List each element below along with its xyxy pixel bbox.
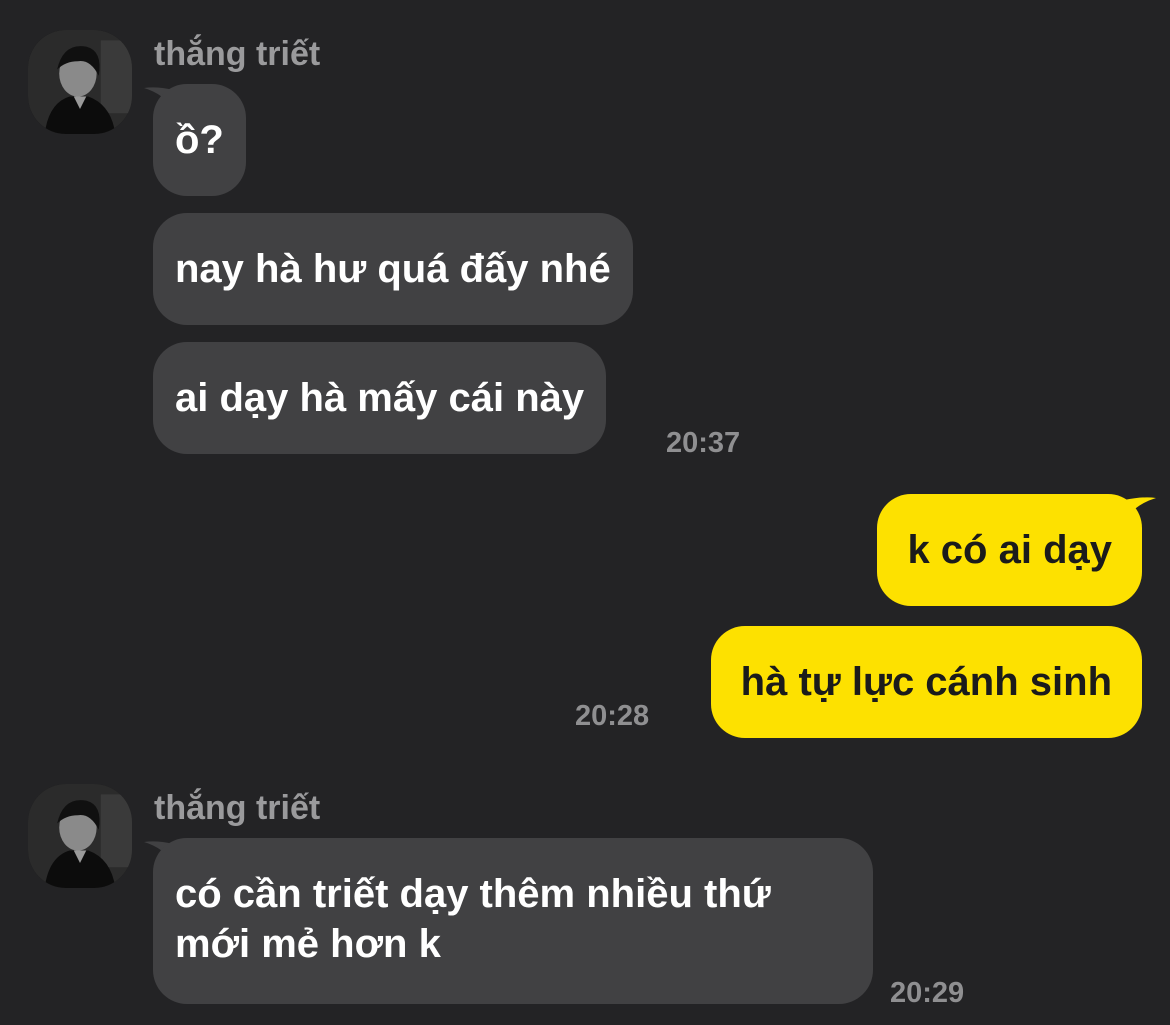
message-bubble[interactable]: ồ? [153, 84, 246, 196]
message-bubble[interactable]: hà tự lực cánh sinh [710, 626, 1142, 738]
message-bubble[interactable]: nay hà hư quá đấy nhé [153, 213, 633, 325]
message-bubble[interactable]: ai dạy hà mấy cái này [153, 342, 607, 454]
message-bubble[interactable]: k có ai dạy [877, 494, 1142, 606]
message-timestamp: 20:29 [890, 977, 965, 1009]
sender-name: thắng triết [154, 789, 321, 827]
sender-avatar[interactable] [28, 30, 132, 134]
message-bubble[interactable]: có cần triết dạy thêm nhiều thứ mới mẻ h… [153, 838, 873, 1004]
profile-photo-icon [28, 784, 132, 888]
sender-avatar[interactable] [28, 784, 132, 888]
sender-name: thắng triết [154, 35, 321, 73]
message-timestamp: 20:28 [575, 700, 650, 732]
message-timestamp: 20:37 [666, 427, 741, 459]
profile-photo-icon [28, 30, 132, 134]
